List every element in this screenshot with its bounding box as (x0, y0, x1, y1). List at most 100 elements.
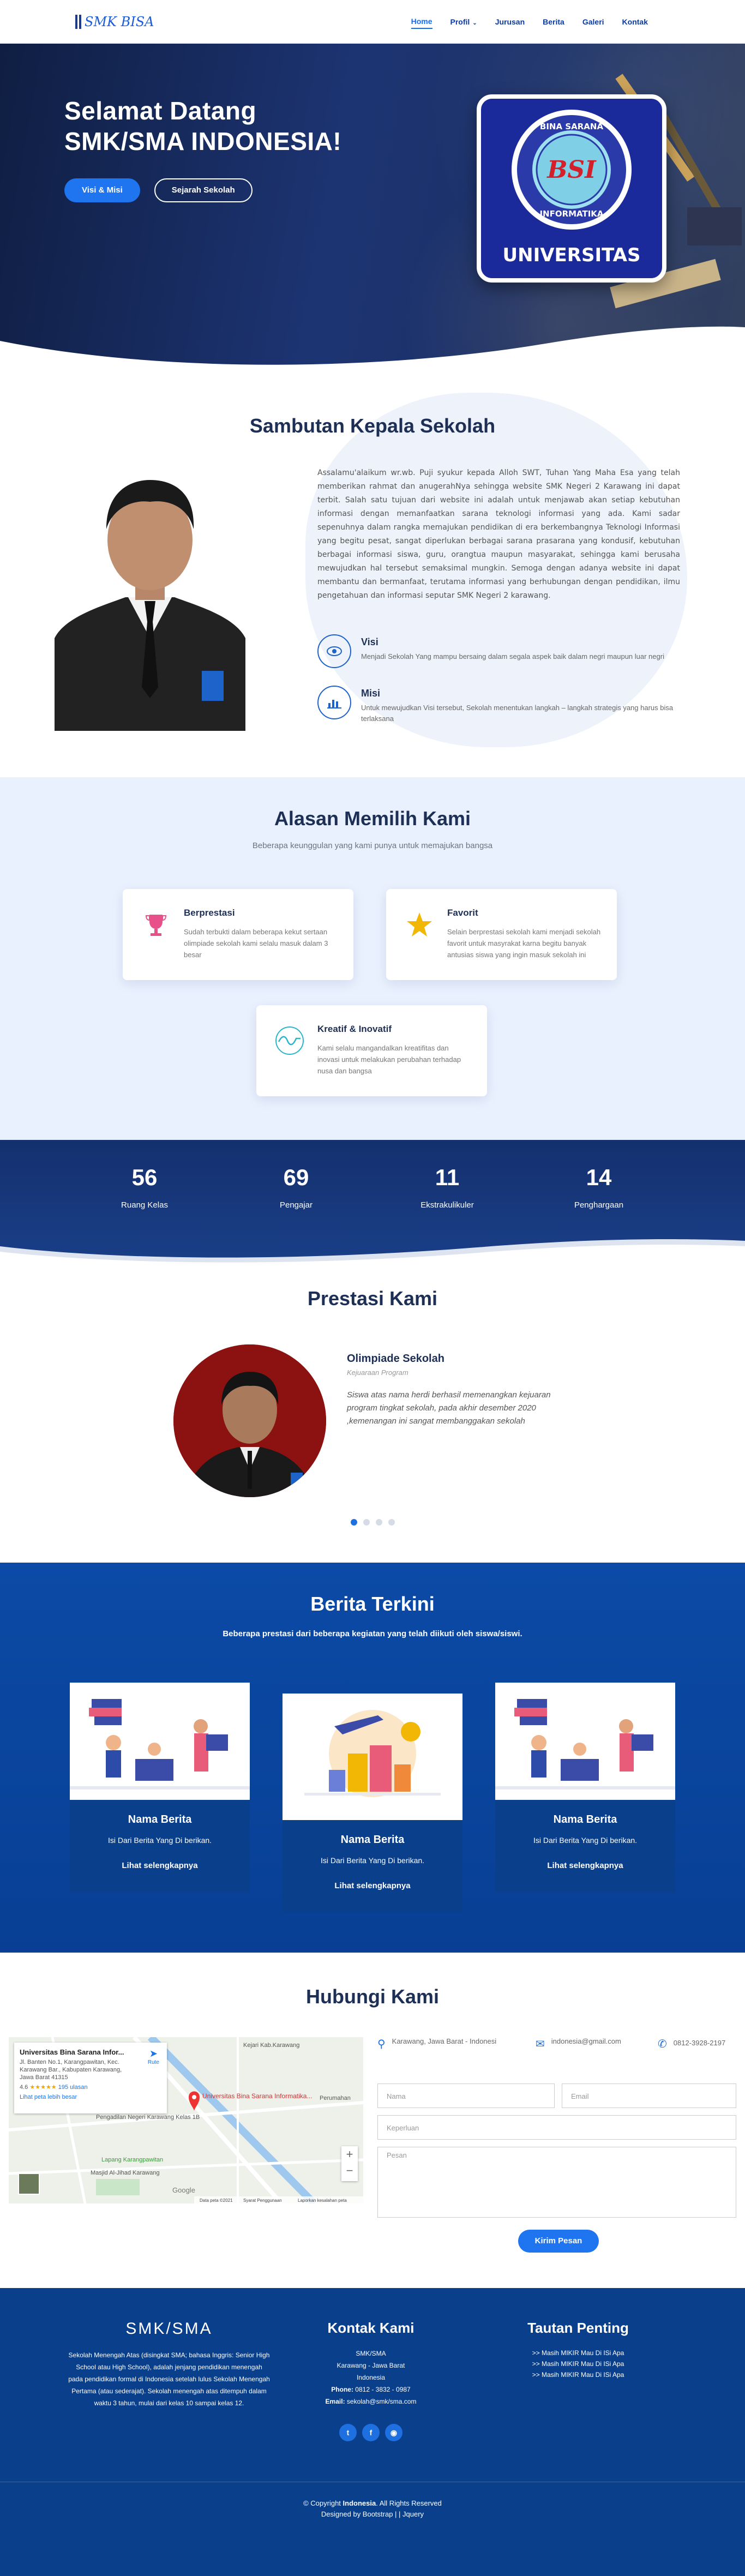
eye-icon (317, 634, 351, 668)
misi-block: Misi Untuk mewujudkan Visi tersebut, Seko… (317, 686, 680, 724)
nav-profil[interactable]: Profil ⌄ (450, 15, 477, 28)
reason-text: Sudah terbukti dalam beberapa kekut sert… (184, 928, 328, 959)
stat-number: 69 (283, 1164, 309, 1190)
nama-input[interactable]: Nama (377, 2083, 555, 2108)
prestasi-name: Olimpiade Sekolah (347, 1353, 444, 1365)
map-label: Kejari Kab.Karawang (243, 2042, 299, 2049)
news-card: Nama Berita Isi Dari Berita Yang Di beri… (283, 1694, 462, 1912)
carousel-dot[interactable] (375, 1519, 382, 1526)
read-more-link[interactable]: Lihat selengkapnya (495, 1861, 675, 1892)
reason-text: Selain berprestasi sekolah kami menjadi … (447, 928, 601, 959)
stat-item: 56 Ruang Kelas (90, 1164, 199, 1210)
carousel-dot[interactable] (388, 1519, 395, 1526)
footer-brand: SMK/SMA (125, 2320, 213, 2338)
reason-title: Favorit (447, 908, 478, 918)
map-route-button[interactable]: ➤ Rute (148, 2048, 159, 2065)
map-label: Perumahan (320, 2095, 351, 2101)
contact-phone: ✆ 0812-3928-2197 (658, 2037, 729, 2051)
read-more-link[interactable]: Lihat selengkapnya (70, 1861, 250, 1892)
prestasi-text: Siswa atas nama herdi berhasil memenangk… (347, 1390, 551, 1426)
footer-bottom: © Copyright Indonesia. All Rights Reserv… (0, 2482, 745, 2520)
reason-card: Favorit Selain berprestasi sekolah kami m… (386, 889, 617, 980)
instagram-icon[interactable]: ◉ (385, 2424, 402, 2441)
stat-label: Ekstrakulikuler (420, 1200, 474, 1210)
reason-card: Berprestasi Sudah terbukti dalam beberapa… (123, 889, 353, 980)
footer-contact-text: SMK/SMA Karawang - Jawa Barat Indonesia … (289, 2347, 453, 2407)
news-image (70, 1683, 250, 1800)
nav-jurusan[interactable]: Jurusan (495, 15, 525, 28)
stat-number: 14 (586, 1164, 612, 1190)
sambutan-section: Sambutan Kepala Sekolah Assalamu'alaikum… (0, 371, 745, 777)
copyright: © Copyright Indonesia. All Rights Reserv… (0, 2498, 745, 2509)
travel-illustration-icon (304, 1710, 441, 1797)
keperluan-input[interactable]: Keperluan (377, 2115, 736, 2140)
facebook-icon[interactable]: f (362, 2424, 380, 2441)
logo-icon (75, 14, 81, 29)
news-card: Nama Berita Isi Dari Berita Yang Di beri… (70, 1683, 250, 1892)
carousel-dot[interactable] (350, 1519, 357, 1526)
designed-by: Designed by Bootstrap | | Jquery (321, 2510, 424, 2518)
kirim-pesan-button[interactable]: Kirim Pesan (518, 2230, 599, 2253)
nav-berita[interactable]: Berita (543, 15, 564, 28)
nav-home[interactable]: Home (411, 15, 432, 29)
news-text: Isi Dari Berita Yang Di berikan. (107, 1836, 212, 1845)
footer-contact-line: Karawang - Jawa Barat (337, 2362, 405, 2369)
sejarah-button[interactable]: Sejarah Sekolah (154, 178, 253, 202)
star-icon (402, 908, 436, 941)
zoom-in-icon[interactable]: + (341, 2146, 358, 2163)
bsi-logo-icon: BSI BINA SARANA INFORMATIKA UNIVERSITAS (503, 110, 640, 266)
twitter-icon[interactable]: t (339, 2424, 357, 2441)
map-footer-terms: Syarat Penggunaan (243, 2198, 282, 2203)
email-input[interactable]: Email (562, 2083, 736, 2108)
zoom-out-icon[interactable]: − (341, 2163, 358, 2179)
stat-item: 14 Penghargaan (544, 1164, 653, 1210)
map-label: Masjid Al-Jihad Karawang (91, 2170, 160, 2176)
sambutan-title: Sambutan Kepala Sekolah (249, 415, 496, 437)
footer-contact-line: Indonesia (356, 2374, 386, 2381)
map-bigger-link[interactable]: Lihat peta lebih besar (20, 2094, 161, 2100)
pulse-icon (273, 1024, 307, 1058)
footer-contact: Kontak Kami SMK/SMA Karawang - Jawa Bara… (289, 2320, 453, 2441)
visi-text: Menjadi Sekolah Yang mampu bersaing dala… (361, 652, 664, 660)
hero-title-line1: Selamat Datang (64, 97, 257, 125)
berita-subtitle: Beberapa prestasi dari beberapa kegiatan… (223, 1629, 522, 1638)
footer-link[interactable]: >> Masih MIKIR Mau Di ISi Apa (496, 2369, 660, 2380)
prestasi-testimonial: Olimpiade Sekolah Kejuaraan Program Sisw… (347, 1353, 581, 1428)
footer-contact-title: Kontak Kami (327, 2320, 414, 2336)
carousel-dot[interactable] (363, 1519, 370, 1526)
stat-label: Pengajar (279, 1200, 313, 1210)
badge-mid-text: BSI (546, 156, 597, 184)
alasan-section: Alasan Memilih Kami Beberapa keunggulan … (0, 777, 745, 1140)
hubungi-section: Hubungi Kami Universitas Bina Sarana Inf… (0, 1953, 745, 2288)
contact-address: ⚲ Karawang, Jawa Barat - Indonesi (377, 2037, 496, 2051)
pesan-textarea[interactable]: Pesan (377, 2147, 736, 2218)
site-logo[interactable]: SMK BISA (75, 14, 154, 29)
news-image (495, 1683, 675, 1800)
footer-phone-label: Phone: (331, 2386, 353, 2393)
site-footer: SMK/SMA Sekolah Menengah Atas (disingkat… (0, 2288, 745, 2576)
alasan-title: Alasan Memilih Kami (274, 807, 471, 830)
copyright-post: . All Rights Reserved (376, 2499, 442, 2507)
map-info-card: Universitas Bina Sarana Infor... Jl. Ban… (14, 2043, 167, 2113)
footer-link[interactable]: >> Masih MIKIR Mau Di ISi Apa (496, 2358, 660, 2369)
reason-title: Berprestasi (184, 908, 235, 918)
sambutan-text: Assalamu'alaikum wr.wb. Puji syukur kepa… (317, 469, 680, 600)
education-illustration-icon (70, 1699, 250, 1790)
misi-text: Untuk mewujudkan Visi tersebut, Sekolah … (361, 704, 674, 723)
nav-kontak[interactable]: Kontak (622, 15, 648, 28)
nav-galeri[interactable]: Galeri (582, 15, 604, 28)
news-card: Nama Berita Isi Dari Berita Yang Di beri… (495, 1683, 675, 1892)
map-reviews-link[interactable]: 195 ulasan (58, 2084, 88, 2091)
visi-misi-button[interactable]: Visi & Misi (64, 178, 140, 202)
misi-title: Misi (361, 688, 381, 699)
principal-photo (55, 458, 245, 731)
stat-number: 11 (435, 1164, 460, 1190)
contact-email: ✉ indonesia@gmail.com (536, 2037, 621, 2051)
reason-title: Kreatif & Inovatif (317, 1024, 392, 1034)
footer-link[interactable]: >> Masih MIKIR Mau Di ISi Apa (496, 2347, 660, 2358)
google-map[interactable]: Universitas Bina Sarana Informatika... K… (9, 2037, 363, 2203)
stats-wave (0, 1239, 745, 1265)
stats-section: 56 Ruang Kelas 69 Pengajar 11 Ekstrakulikul… (0, 1140, 745, 1265)
prestasi-sub: Kejuaraan Program (347, 1368, 408, 1377)
read-more-link[interactable]: Lihat selengkapnya (283, 1881, 462, 1912)
